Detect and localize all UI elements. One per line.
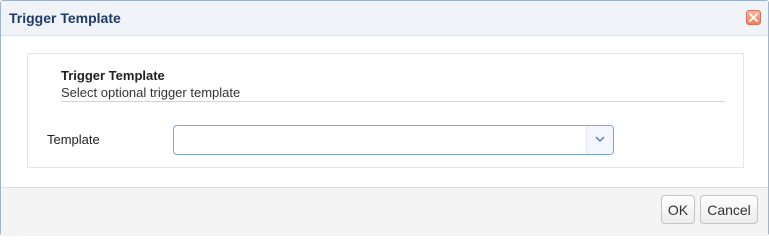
close-button[interactable] xyxy=(746,10,761,25)
template-select[interactable] xyxy=(173,125,614,155)
section-divider xyxy=(61,101,725,102)
trigger-template-dialog: Trigger Template Trigger Template Select… xyxy=(0,0,769,236)
template-label: Template xyxy=(47,132,100,147)
dialog-titlebar[interactable]: Trigger Template xyxy=(1,1,768,36)
section-description: Select optional trigger template xyxy=(61,85,241,100)
chevron-down-icon xyxy=(595,136,605,143)
dialog-footer: OK Cancel xyxy=(1,187,768,236)
close-icon xyxy=(749,13,758,22)
ok-button[interactable]: OK xyxy=(661,195,695,224)
section-title: Trigger Template xyxy=(61,68,165,83)
dialog-content: Trigger Template Select optional trigger… xyxy=(1,36,768,187)
dialog-title: Trigger Template xyxy=(9,10,121,26)
cancel-button[interactable]: Cancel xyxy=(700,195,758,224)
form-panel: Trigger Template Select optional trigger… xyxy=(27,53,744,168)
template-select-toggle[interactable] xyxy=(586,126,613,154)
